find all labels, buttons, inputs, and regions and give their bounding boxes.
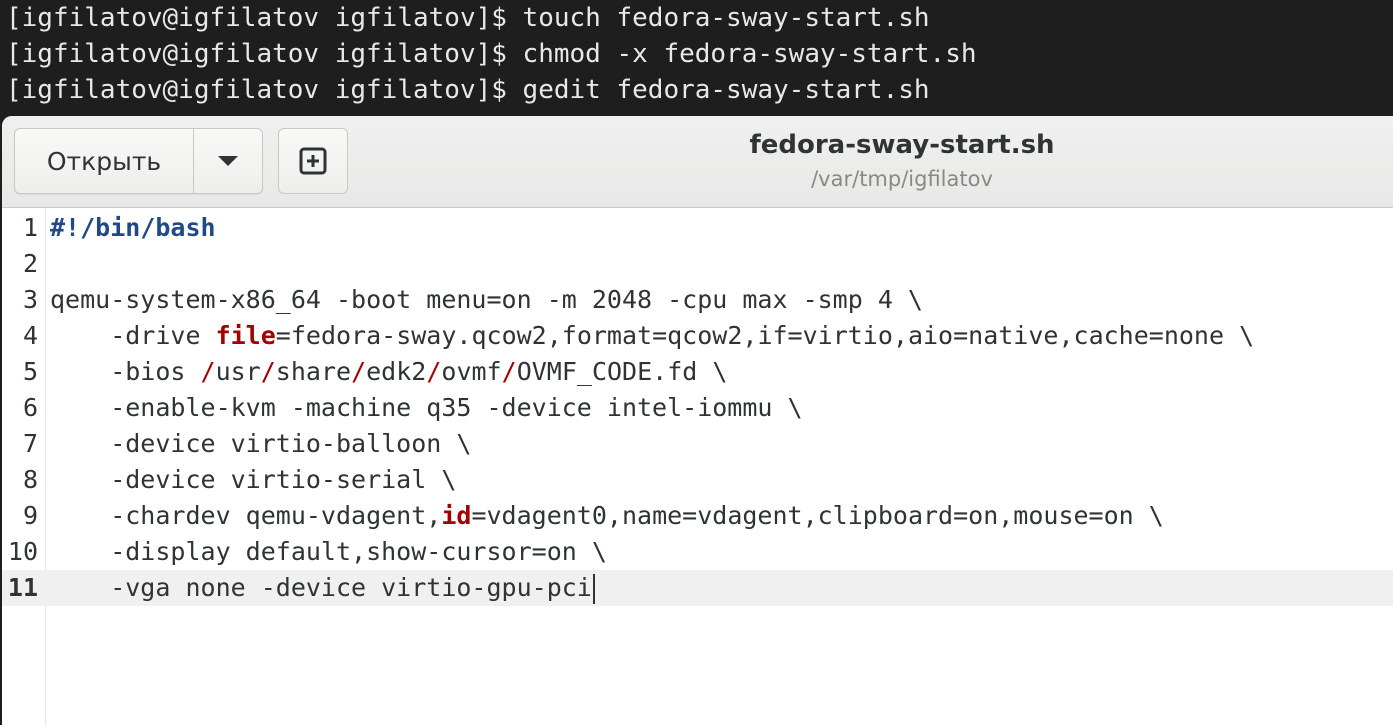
text-editor-area[interactable]: 1 #!/bin/bash 2 3 qemu-system-x86_64 -bo… <box>2 208 1393 725</box>
open-button[interactable]: Открыть <box>15 129 194 193</box>
code-segment: -vga none -device virtio-gpu-pci <box>50 573 592 602</box>
code-text: -chardev qemu-vdagent,id=vdagent0,name=v… <box>50 498 1164 534</box>
code-segment: =vdagent0,name=vdagent,clipboard=on,mous… <box>471 501 1164 530</box>
code-line: 2 <box>2 246 1393 282</box>
line-number: 2 <box>22 249 38 278</box>
terminal-line: [igfilatov@igfilatov igfilatov]$ touch f… <box>6 3 930 33</box>
code-segment: =fedora-sway.qcow2,format=qcow2,if=virti… <box>275 321 1255 350</box>
code-line: 6 -enable-kvm -machine q35 -device intel… <box>2 390 1393 426</box>
document-title-block: fedora-sway-start.sh /var/tmp/igfilatov <box>642 126 1162 194</box>
code-segment: -chardev qemu-vdagent, <box>50 501 442 530</box>
gedit-window: Открыть fedora-sway-start.sh /var/tmp/ig… <box>2 116 1393 725</box>
code-text: qemu-system-x86_64 -boot menu=on -m 2048… <box>50 285 923 314</box>
code-text: -device virtio-serial \ <box>50 465 457 494</box>
code-segment: share <box>275 357 352 386</box>
code-text: -bios /usr/share/edk2/ovmf/OVMF_CODE.fd … <box>50 354 727 390</box>
code-segment: ovmf <box>441 357 502 386</box>
code-line: 9 -chardev qemu-vdagent,id=vdagent0,name… <box>2 498 1393 534</box>
code-text: -display default,show-cursor=on \ <box>50 537 607 566</box>
path-separator: / <box>200 357 216 386</box>
line-number: 9 <box>22 501 38 530</box>
path-separator: / <box>260 357 276 386</box>
new-tab-button[interactable] <box>278 128 348 194</box>
new-document-icon <box>299 147 327 175</box>
text-cursor <box>592 574 595 604</box>
line-number: 11 <box>7 573 38 602</box>
chevron-down-icon <box>218 156 238 166</box>
terminal-window[interactable]: [igfilatov@igfilatov igfilatov]$ touch f… <box>0 0 1393 118</box>
line-number: 1 <box>22 213 38 242</box>
terminal-line: [igfilatov@igfilatov igfilatov]$ chmod -… <box>6 39 977 69</box>
keyword: id <box>441 501 472 530</box>
open-button-group: Открыть <box>14 128 263 194</box>
current-code-line: 11 -vga none -device virtio-gpu-pci <box>2 570 1393 606</box>
line-number: 4 <box>22 321 38 350</box>
line-number: 8 <box>22 465 38 494</box>
open-recent-dropdown-button[interactable] <box>194 129 262 193</box>
code-segment: usr <box>215 357 261 386</box>
code-line: 4 -drive file=fedora-sway.qcow2,format=q… <box>2 318 1393 354</box>
code-line: 8 -device virtio-serial \ <box>2 462 1393 498</box>
line-number: 10 <box>7 537 38 566</box>
code-line: 3 qemu-system-x86_64 -boot menu=on -m 20… <box>2 282 1393 318</box>
terminal-line: [igfilatov@igfilatov igfilatov]$ gedit f… <box>6 75 930 105</box>
code-text: -drive file=fedora-sway.qcow2,format=qco… <box>50 318 1254 354</box>
code-text: -device virtio-balloon \ <box>50 429 472 458</box>
code-line: 1 #!/bin/bash <box>2 210 1393 246</box>
line-number: 6 <box>22 393 38 422</box>
header-bar: Открыть fedora-sway-start.sh /var/tmp/ig… <box>2 116 1393 208</box>
code-line: 10 -display default,show-cursor=on \ <box>2 534 1393 570</box>
code-segment: edk2 <box>366 357 427 386</box>
line-number: 3 <box>22 285 38 314</box>
code-segment: -bios <box>50 357 201 386</box>
path-separator: / <box>351 357 367 386</box>
path-separator: / <box>426 357 442 386</box>
document-path: /var/tmp/igfilatov <box>811 167 993 191</box>
path-separator: / <box>501 357 517 386</box>
code-line: 5 -bios /usr/share/edk2/ovmf/OVMF_CODE.f… <box>2 354 1393 390</box>
code-text: -vga none -device virtio-gpu-pci <box>50 570 595 606</box>
document-title: fedora-sway-start.sh <box>749 130 1055 160</box>
code-segment: -drive <box>50 321 216 350</box>
code-segment: OVMF_CODE.fd \ <box>516 357 728 386</box>
keyword: file <box>215 321 276 350</box>
code-line: 7 -device virtio-balloon \ <box>2 426 1393 462</box>
code-text: -enable-kvm -machine q35 -device intel-i… <box>50 393 803 422</box>
line-number: 7 <box>22 429 38 458</box>
code-text: #!/bin/bash <box>50 213 216 242</box>
line-number: 5 <box>22 357 38 386</box>
